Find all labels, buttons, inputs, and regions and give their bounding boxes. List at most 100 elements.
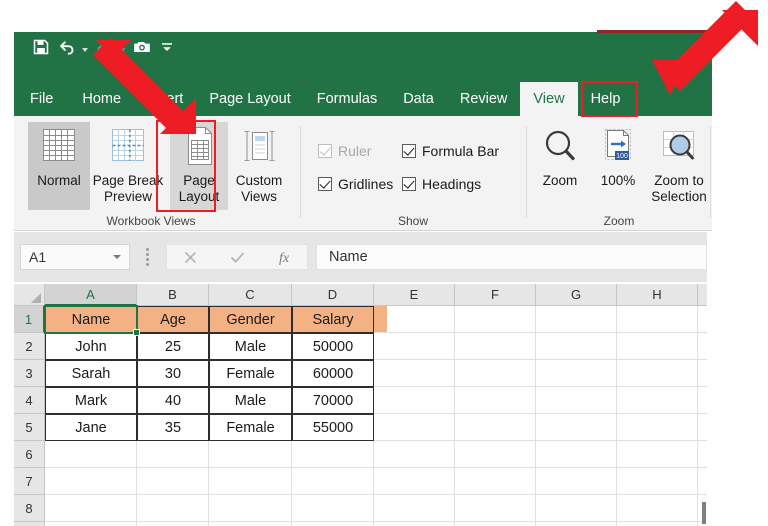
cell-b4[interactable]: 40 bbox=[137, 387, 209, 414]
column-header-a[interactable]: A bbox=[45, 284, 137, 306]
grid-cell[interactable] bbox=[617, 495, 698, 522]
column-header-c[interactable]: C bbox=[209, 284, 292, 306]
cell-a4[interactable]: Mark bbox=[45, 387, 137, 414]
grid-cell[interactable] bbox=[374, 414, 455, 441]
gridlines-checkbox-box[interactable] bbox=[318, 177, 332, 191]
row-header-9[interactable]: 9 bbox=[14, 522, 45, 526]
row-header-4[interactable]: 4 bbox=[14, 387, 45, 414]
grid-cell[interactable] bbox=[617, 522, 698, 526]
row-header-5[interactable]: 5 bbox=[14, 414, 45, 441]
grid-cell[interactable] bbox=[698, 306, 707, 333]
grid-cell[interactable] bbox=[455, 522, 536, 526]
grid-cell[interactable] bbox=[536, 306, 617, 333]
cell-a1[interactable]: Name bbox=[45, 306, 137, 333]
tab-view[interactable]: View bbox=[520, 82, 578, 116]
row-header-7[interactable]: 7 bbox=[14, 468, 45, 495]
grid-cell[interactable] bbox=[617, 387, 698, 414]
cell-d3[interactable]: 60000 bbox=[292, 360, 374, 387]
grid-cell[interactable] bbox=[209, 495, 292, 522]
grid-cell[interactable] bbox=[536, 333, 617, 360]
grid-cell[interactable] bbox=[536, 441, 617, 468]
cell-c5[interactable]: Female bbox=[209, 414, 292, 441]
cell-c2[interactable]: Male bbox=[209, 333, 292, 360]
formula-bar-checkbox-box[interactable] bbox=[402, 144, 416, 158]
column-header-h[interactable]: H bbox=[617, 284, 698, 306]
column-header-f[interactable]: F bbox=[455, 284, 536, 306]
cell-b3[interactable]: 30 bbox=[137, 360, 209, 387]
grid-cell[interactable] bbox=[536, 495, 617, 522]
column-header-d[interactable]: D bbox=[292, 284, 374, 306]
grid-cell[interactable] bbox=[374, 495, 455, 522]
tab-formulas[interactable]: Formulas bbox=[304, 82, 390, 116]
column-header-partial[interactable] bbox=[698, 284, 707, 306]
grid-cell[interactable] bbox=[374, 360, 455, 387]
custom-views-button[interactable]: Custom Views bbox=[230, 122, 288, 210]
grid-cell[interactable] bbox=[374, 522, 455, 526]
undo-dropdown-icon[interactable] bbox=[80, 36, 90, 58]
column-header-e[interactable]: E bbox=[374, 284, 455, 306]
cell-d1[interactable]: Salary bbox=[292, 306, 374, 333]
name-box-dropdown-icon[interactable] bbox=[113, 255, 121, 259]
cell-b2[interactable]: 25 bbox=[137, 333, 209, 360]
cell-b5[interactable]: 35 bbox=[137, 414, 209, 441]
grid-cell[interactable] bbox=[617, 333, 698, 360]
grid-cell[interactable] bbox=[209, 468, 292, 495]
tab-review[interactable]: Review bbox=[447, 82, 521, 116]
grid-cell[interactable] bbox=[698, 360, 707, 387]
column-header-g[interactable]: G bbox=[536, 284, 617, 306]
grid-cell[interactable] bbox=[45, 495, 137, 522]
grid-cell[interactable] bbox=[45, 522, 137, 526]
enter-check-icon[interactable] bbox=[214, 245, 261, 269]
row-header-3[interactable]: 3 bbox=[14, 360, 45, 387]
tab-data[interactable]: Data bbox=[390, 82, 447, 116]
cell-a2[interactable]: John bbox=[45, 333, 137, 360]
page-break-preview-button[interactable]: Page Break Preview bbox=[90, 122, 166, 210]
grid-cell[interactable] bbox=[617, 306, 698, 333]
page-layout-button[interactable]: Page Layout bbox=[170, 122, 228, 210]
cell-c3[interactable]: Female bbox=[209, 360, 292, 387]
grid-cell[interactable] bbox=[374, 441, 455, 468]
name-box[interactable]: A1 bbox=[20, 244, 130, 270]
tab-home[interactable]: Home bbox=[69, 82, 134, 116]
grid-cell[interactable] bbox=[137, 468, 209, 495]
grid-cell[interactable] bbox=[455, 360, 536, 387]
tab-help[interactable]: Help bbox=[578, 82, 634, 116]
gridlines-checkbox[interactable]: Gridlines bbox=[318, 176, 393, 192]
grid-cell[interactable] bbox=[536, 522, 617, 526]
cell-e1-overflow-fill[interactable] bbox=[374, 306, 387, 333]
grid-cell[interactable] bbox=[455, 441, 536, 468]
grid-cell[interactable] bbox=[292, 495, 374, 522]
grid-cell[interactable] bbox=[45, 468, 137, 495]
grid-cell[interactable] bbox=[455, 468, 536, 495]
formula-bar-checkbox[interactable]: Formula Bar bbox=[402, 143, 499, 159]
grid-cell[interactable] bbox=[617, 468, 698, 495]
grid-cell[interactable] bbox=[455, 333, 536, 360]
cell-c4[interactable]: Male bbox=[209, 387, 292, 414]
grid-cell[interactable] bbox=[617, 360, 698, 387]
zoom-to-selection-button[interactable]: Zoom to Selection bbox=[648, 122, 710, 210]
grid-cell[interactable] bbox=[292, 522, 374, 526]
zoom-button[interactable]: Zoom bbox=[532, 122, 588, 210]
cancel-x-icon[interactable] bbox=[167, 245, 214, 269]
grid-cell[interactable] bbox=[374, 333, 455, 360]
row-header-1[interactable]: 1 bbox=[14, 306, 45, 333]
grid-cell[interactable] bbox=[137, 522, 209, 526]
undo-icon[interactable] bbox=[55, 36, 77, 58]
select-all-corner[interactable] bbox=[14, 284, 45, 306]
grid-cell[interactable] bbox=[698, 414, 707, 441]
grid-cell[interactable] bbox=[45, 441, 137, 468]
cell-d2[interactable]: 50000 bbox=[292, 333, 374, 360]
column-header-b[interactable]: B bbox=[137, 284, 209, 306]
cell-c1[interactable]: Gender bbox=[209, 306, 292, 333]
zoom-100-percent-button[interactable]: 100 100% bbox=[590, 122, 646, 210]
grid-cell[interactable] bbox=[374, 387, 455, 414]
grid-cell[interactable] bbox=[455, 414, 536, 441]
row-header-6[interactable]: 6 bbox=[14, 441, 45, 468]
grid-cell[interactable] bbox=[137, 495, 209, 522]
tab-page-layout[interactable]: Page Layout bbox=[196, 82, 303, 116]
grid-cell[interactable] bbox=[536, 360, 617, 387]
grid-cell[interactable] bbox=[455, 387, 536, 414]
grid-cell[interactable] bbox=[536, 414, 617, 441]
grid-cell[interactable] bbox=[698, 333, 707, 360]
vertical-scrollbar-thumb[interactable] bbox=[702, 502, 706, 524]
